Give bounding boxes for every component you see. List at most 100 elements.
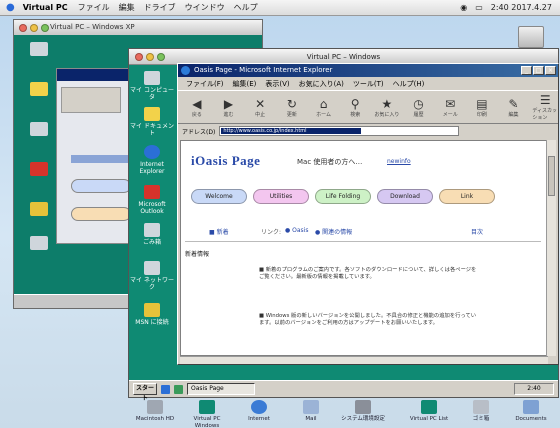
horizontal-scrollbar[interactable] bbox=[180, 356, 548, 364]
volume-icon[interactable]: ◉ bbox=[460, 3, 467, 12]
menu-edit[interactable]: 編集 bbox=[119, 2, 135, 13]
dock-item[interactable]: Mail bbox=[286, 400, 336, 423]
dock-item[interactable]: ゴミ箱 bbox=[456, 400, 506, 423]
close-icon[interactable] bbox=[135, 53, 143, 61]
nav-oasis-link[interactable]: ● Oasis bbox=[285, 227, 308, 234]
refresh-button[interactable]: ↻ 更新 bbox=[279, 93, 305, 121]
dock-item[interactable]: Virtual PC Windows bbox=[182, 400, 232, 428]
gear-icon bbox=[355, 400, 371, 414]
dock-item[interactable]: Virtual PC List bbox=[404, 400, 454, 423]
hard-disk-icon[interactable] bbox=[518, 26, 544, 48]
ie-menu-tools[interactable]: ツール(T) bbox=[353, 79, 384, 89]
print-button[interactable]: ▤ 印刷 bbox=[469, 93, 495, 121]
app-name-menu[interactable]: Virtual PC bbox=[23, 3, 68, 12]
ie-menubar: ファイル(F) 編集(E) 表示(V) お気に入り(A) ツール(T) ヘルプ(… bbox=[178, 77, 558, 90]
back-desktop-icon[interactable] bbox=[30, 202, 48, 216]
trash-icon bbox=[473, 400, 489, 414]
front-window-controls bbox=[135, 53, 165, 61]
nav-pill-welcome[interactable]: Welcome bbox=[191, 189, 247, 204]
dock-item[interactable]: Macintosh HD bbox=[130, 400, 180, 423]
desktop-icon-my-network[interactable]: マイ ネットワーク bbox=[129, 261, 175, 291]
minimize-icon[interactable] bbox=[30, 24, 38, 32]
ie-menu-favorites[interactable]: お気に入り(A) bbox=[299, 79, 344, 89]
back-window-title[interactable]: Virtual PC – Windows XP bbox=[14, 20, 262, 35]
apple-menu-icon[interactable]: ● bbox=[6, 2, 15, 13]
search-button[interactable]: ⚲ 検索 bbox=[342, 93, 368, 121]
quicklaunch-ie-icon[interactable] bbox=[161, 384, 170, 394]
nav-contents-link[interactable]: 目次 bbox=[471, 227, 483, 236]
dock-item[interactable]: Documents bbox=[506, 400, 556, 423]
back-page-pill[interactable] bbox=[71, 207, 131, 221]
start-button[interactable]: スタート bbox=[133, 383, 157, 402]
desktop-icon-recycle-bin[interactable]: ごみ箱 bbox=[129, 223, 175, 246]
virtual-pc-icon bbox=[199, 400, 215, 414]
menu-help[interactable]: ヘルプ bbox=[234, 2, 258, 13]
home-button[interactable]: ⌂ ホーム bbox=[311, 93, 337, 121]
ie-title-text: Oasis Page - Microsoft Internet Explorer bbox=[194, 66, 333, 74]
nav-related-link[interactable]: ● 関連の情報 bbox=[315, 227, 352, 236]
menubar-clock[interactable]: 2:40 2017.4.27 bbox=[491, 3, 552, 12]
ie-icon bbox=[144, 145, 160, 159]
nav-pill-download[interactable]: Download bbox=[377, 189, 433, 204]
newinfo-link[interactable]: newinfo bbox=[387, 158, 411, 165]
nav-links-label: リンク: bbox=[261, 229, 282, 236]
desktop-icon-internet-explorer[interactable]: Internet Explorer bbox=[129, 145, 175, 175]
ie-menu-view[interactable]: 表示(V) bbox=[265, 79, 289, 89]
network-icon bbox=[144, 261, 160, 275]
menu-window[interactable]: ウインドウ bbox=[185, 2, 225, 13]
dock-item[interactable]: Internet bbox=[234, 400, 284, 423]
windows-taskbar: スタート Oasis Page 2:40 bbox=[129, 380, 558, 402]
nav-pill-life-folding[interactable]: Life Folding bbox=[315, 189, 371, 204]
close-button[interactable]: × bbox=[545, 66, 556, 75]
vertical-scrollbar[interactable] bbox=[546, 140, 556, 356]
minimize-button[interactable]: _ bbox=[521, 66, 532, 75]
display-icon[interactable]: ▭ bbox=[475, 3, 483, 12]
back-button[interactable]: ◀ 戻る bbox=[184, 93, 210, 121]
menu-drive[interactable]: ドライブ bbox=[144, 2, 176, 13]
mail-button[interactable]: ✉ メール bbox=[437, 93, 463, 121]
stop-button[interactable]: ✕ 中止 bbox=[247, 93, 273, 121]
ie-titlebar[interactable]: Oasis Page - Microsoft Internet Explorer… bbox=[178, 64, 558, 77]
nav-new[interactable]: ■ 新着 bbox=[209, 227, 229, 236]
history-button[interactable]: ◷ 履歴 bbox=[406, 93, 432, 121]
quicklaunch-desktop-icon[interactable] bbox=[174, 384, 183, 394]
ie-menu-help[interactable]: ヘルプ(H) bbox=[393, 79, 425, 89]
system-tray-clock[interactable]: 2:40 bbox=[514, 383, 554, 395]
news-paragraph: ■ Windows 版の新しいバージョンを公開しました。不具合の修正と機能の追加… bbox=[259, 313, 477, 327]
desktop-icon-msn[interactable]: MSN に接続 bbox=[129, 303, 175, 326]
ie-menu-edit[interactable]: 編集(E) bbox=[233, 79, 257, 89]
back-page-pill[interactable] bbox=[71, 179, 131, 193]
back-desktop-icon[interactable] bbox=[30, 162, 48, 176]
back-desktop-icon[interactable] bbox=[30, 236, 48, 250]
ie-menu-file[interactable]: ファイル(F) bbox=[186, 79, 224, 89]
back-desktop-icon[interactable] bbox=[30, 82, 48, 96]
forward-button[interactable]: ▶ 進む bbox=[216, 93, 242, 121]
refresh-icon: ↻ bbox=[286, 96, 297, 111]
taskbar-ie-task[interactable]: Oasis Page bbox=[187, 383, 255, 395]
site-logo[interactable]: iOasis Page bbox=[191, 153, 260, 169]
edit-button[interactable]: ✎ 編集 bbox=[501, 93, 527, 121]
zoom-icon[interactable] bbox=[157, 53, 165, 61]
desktop-icon-my-documents[interactable]: マイ ドキュメント bbox=[129, 107, 175, 137]
scroll-thumb[interactable] bbox=[548, 156, 555, 196]
close-icon[interactable] bbox=[19, 24, 27, 32]
maximize-button[interactable]: □ bbox=[533, 66, 544, 75]
back-desktop-icon[interactable] bbox=[30, 122, 48, 136]
nav-pill-utilities[interactable]: Utilities bbox=[253, 189, 309, 204]
back-desktop-icon[interactable] bbox=[30, 42, 48, 56]
favorites-button[interactable]: ★ お気に入り bbox=[374, 93, 400, 121]
desktop-icon-my-computer[interactable]: マイ コンピュータ bbox=[129, 71, 175, 101]
nav-pill-link[interactable]: Link bbox=[439, 189, 495, 204]
address-value: http://www.oasis.co.jp/index.html bbox=[221, 128, 362, 134]
minimize-icon[interactable] bbox=[146, 53, 154, 61]
virtual-pc-window-front[interactable]: Virtual PC – Windows マイ コンピュータ マイ ドキュメント… bbox=[128, 48, 559, 402]
discuss-button[interactable]: ☰ ディスカッション bbox=[532, 93, 558, 121]
recycle-bin-icon bbox=[144, 223, 160, 237]
zoom-icon[interactable] bbox=[41, 24, 49, 32]
address-input[interactable]: http://www.oasis.co.jp/index.html bbox=[219, 126, 460, 136]
back-browser-toolbar bbox=[61, 87, 121, 113]
menu-file[interactable]: ファイル bbox=[78, 2, 110, 13]
dock-item[interactable]: システム環境設定 bbox=[338, 400, 388, 423]
desktop-icon-outlook[interactable]: Microsoft Outlook bbox=[129, 185, 175, 215]
ie-window[interactable]: Oasis Page - Microsoft Internet Explorer… bbox=[177, 63, 559, 365]
